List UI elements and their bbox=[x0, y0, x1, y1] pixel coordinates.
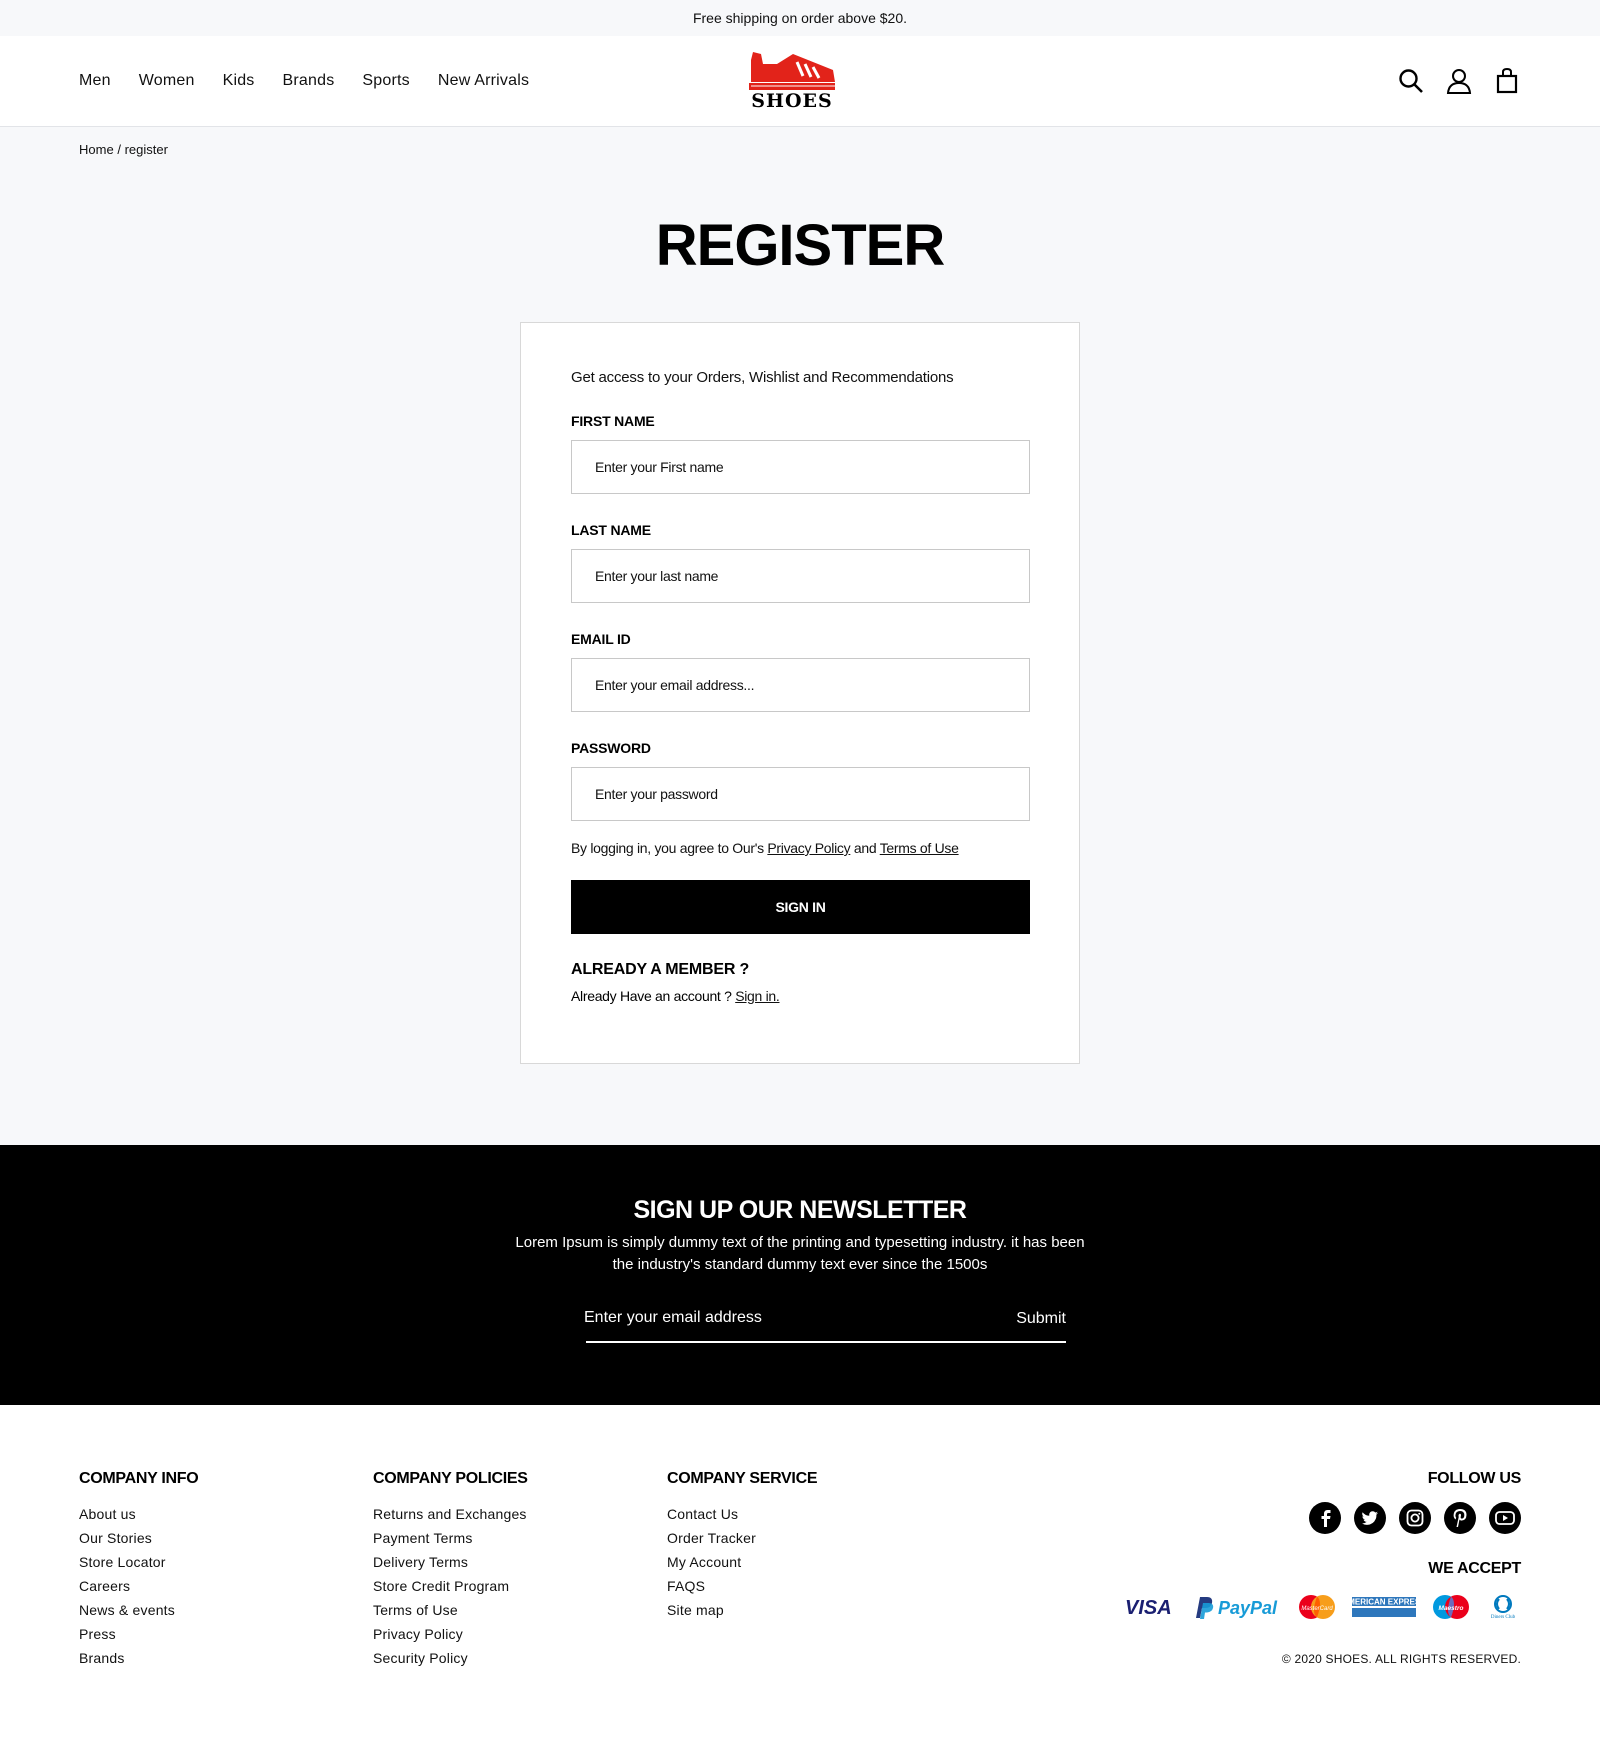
visa-icon: VISA bbox=[1125, 1597, 1172, 1618]
paypal-icon: PayPal bbox=[1196, 1597, 1278, 1619]
diners-club-icon: Diners Club bbox=[1491, 1595, 1516, 1620]
header-actions bbox=[1397, 36, 1521, 126]
newsletter-submit-button[interactable]: Submit bbox=[1016, 1310, 1066, 1336]
youtube-icon[interactable] bbox=[1489, 1502, 1521, 1534]
agreement-prefix: By logging in, you agree to Our's bbox=[571, 840, 764, 856]
footer-link-press[interactable]: Press bbox=[79, 1622, 198, 1646]
payment-cards: VISA PayPal MasterCard AMERI bbox=[1125, 1594, 1521, 1620]
password-label: PASSWORD bbox=[571, 740, 651, 756]
footer-link-news-events[interactable]: News & events bbox=[79, 1598, 198, 1622]
footer-link-returns-exchanges[interactable]: Returns and Exchanges bbox=[373, 1502, 528, 1526]
footer-link-about-us[interactable]: About us bbox=[79, 1502, 198, 1526]
logo-text: SHOES bbox=[751, 90, 833, 112]
footer-company-policies-title: COMPANY POLICIES bbox=[373, 1470, 528, 1487]
register-form-card: Get access to your Orders, Wishlist and … bbox=[520, 322, 1080, 1064]
amex-icon: AMERICAN EXPRESS bbox=[1351, 1594, 1417, 1620]
announcement-text: Free shipping on order above $20. bbox=[692, 10, 908, 26]
footer-link-careers[interactable]: Careers bbox=[79, 1574, 198, 1598]
agreement-and: and bbox=[853, 840, 877, 856]
main-content: Home / register REGISTER Get access to y… bbox=[0, 127, 1600, 1146]
nav-item-new-arrivals[interactable]: New Arrivals bbox=[438, 72, 529, 90]
footer-link-payment-terms[interactable]: Payment Terms bbox=[373, 1526, 528, 1550]
newsletter-title: SIGN UP OUR NEWSLETTER bbox=[633, 1196, 967, 1224]
paypal-text: PayPal bbox=[1218, 1598, 1278, 1618]
footer-link-store-locator[interactable]: Store Locator bbox=[79, 1550, 198, 1574]
maestro-text: Maestro bbox=[1439, 1605, 1464, 1612]
mastercard-icon: MasterCard bbox=[1299, 1595, 1335, 1619]
already-member-title: ALREADY A MEMBER ? bbox=[571, 961, 750, 978]
copyright-text: © 2020 SHOES. ALL RIGHTS RESERVED. bbox=[1281, 1652, 1521, 1666]
facebook-icon[interactable] bbox=[1309, 1502, 1341, 1534]
footer-link-my-account[interactable]: My Account bbox=[667, 1550, 817, 1574]
footer-link-our-stories[interactable]: Our Stories bbox=[79, 1526, 198, 1550]
newsletter-description: Lorem Ipsum is simply dummy text of the … bbox=[515, 1234, 1085, 1273]
footer-link-contact-us[interactable]: Contact Us bbox=[667, 1502, 817, 1526]
first-name-field[interactable] bbox=[571, 440, 1030, 494]
search-icon[interactable] bbox=[1397, 67, 1425, 95]
main-nav: Men Women Kids Brands Sports New Arrival… bbox=[79, 36, 529, 126]
breadcrumb-home[interactable]: Home bbox=[79, 142, 114, 157]
newsletter-email-input[interactable] bbox=[584, 1309, 944, 1337]
footer-company-info: COMPANY INFO About us Our Stories Store … bbox=[79, 1470, 199, 1670]
footer-link-order-tracker[interactable]: Order Tracker bbox=[667, 1526, 817, 1550]
password-field[interactable] bbox=[571, 767, 1030, 821]
footer-link-brands[interactable]: Brands bbox=[79, 1646, 198, 1670]
footer-link-terms-of-use[interactable]: Terms of Use bbox=[373, 1598, 528, 1622]
instagram-icon[interactable] bbox=[1399, 1502, 1431, 1534]
pinterest-icon[interactable] bbox=[1444, 1502, 1476, 1534]
page-title: REGISTER bbox=[655, 213, 946, 278]
breadcrumb-separator: / bbox=[117, 142, 121, 157]
shoe-logo-icon bbox=[749, 52, 835, 90]
visa-text: VISA bbox=[1125, 1597, 1172, 1618]
twitter-icon[interactable] bbox=[1354, 1502, 1386, 1534]
newsletter-form: Submit bbox=[584, 1305, 1066, 1343]
follow-us-title: FOLLOW US bbox=[1427, 1470, 1522, 1487]
first-name-label: FIRST NAME bbox=[571, 413, 655, 429]
bag-icon[interactable] bbox=[1493, 67, 1521, 95]
newsletter-section: SIGN UP OUR NEWSLETTER Lorem Ipsum is si… bbox=[0, 1145, 1600, 1405]
site-header: Men Women Kids Brands Sports New Arrival… bbox=[0, 36, 1600, 127]
sign-in-link[interactable]: Sign in. bbox=[735, 988, 780, 1004]
footer-company-policies: COMPANY POLICIES Returns and Exchanges P… bbox=[373, 1470, 528, 1670]
already-member-text: Already Have an account ? Sign in. bbox=[571, 988, 1029, 1004]
last-name-label: LAST NAME bbox=[571, 522, 651, 538]
breadcrumb: Home / register bbox=[79, 142, 168, 157]
footer-link-store-credit[interactable]: Store Credit Program bbox=[373, 1574, 528, 1598]
terms-of-use-link[interactable]: Terms of Use bbox=[880, 840, 959, 856]
agreement-text: By logging in, you agree to Our's Privac… bbox=[571, 840, 1029, 856]
maestro-icon: Maestro bbox=[1433, 1595, 1469, 1619]
footer-follow: FOLLOW US WE ACCEPT VISA PayPal MasterCa… bbox=[1125, 1470, 1521, 1666]
user-icon[interactable] bbox=[1445, 67, 1473, 95]
diners-club-text: Diners Club bbox=[1491, 1615, 1516, 1620]
footer-company-service-title: COMPANY SERVICE bbox=[667, 1470, 818, 1487]
amex-text: AMERICAN EXPRESS bbox=[1351, 1598, 1417, 1607]
social-icons bbox=[1125, 1502, 1521, 1534]
footer-link-security-policy[interactable]: Security Policy bbox=[373, 1646, 528, 1670]
email-field[interactable] bbox=[571, 658, 1030, 712]
announcement-bar: Free shipping on order above $20. bbox=[0, 0, 1600, 36]
we-accept-title: WE ACCEPT bbox=[1428, 1560, 1521, 1577]
nav-item-sports[interactable]: Sports bbox=[362, 72, 409, 90]
site-logo[interactable]: SHOES bbox=[746, 50, 838, 114]
email-label: EMAIL ID bbox=[571, 631, 631, 647]
footer-company-service: COMPANY SERVICE Contact Us Order Tracker… bbox=[667, 1470, 818, 1622]
nav-item-men[interactable]: Men bbox=[79, 72, 111, 90]
footer-link-site-map[interactable]: Site map bbox=[667, 1598, 817, 1622]
footer-link-privacy-policy[interactable]: Privacy Policy bbox=[373, 1622, 528, 1646]
footer-company-info-title: COMPANY INFO bbox=[79, 1470, 199, 1487]
site-footer: COMPANY INFO About us Our Stories Store … bbox=[0, 1405, 1600, 1741]
nav-item-women[interactable]: Women bbox=[139, 72, 195, 90]
footer-link-delivery-terms[interactable]: Delivery Terms bbox=[373, 1550, 528, 1574]
sign-in-button[interactable]: SIGN IN bbox=[571, 880, 1030, 934]
privacy-policy-link[interactable]: Privacy Policy bbox=[767, 840, 850, 856]
already-member-prefix: Already Have an account ? bbox=[571, 988, 732, 1004]
footer-link-faqs[interactable]: FAQS bbox=[667, 1574, 817, 1598]
mastercard-text: MasterCard bbox=[1301, 1606, 1333, 1612]
last-name-field[interactable] bbox=[571, 549, 1030, 603]
breadcrumb-current: register bbox=[124, 142, 168, 157]
we-accept-section: WE ACCEPT VISA PayPal MasterCard MERICAN… bbox=[1125, 1560, 1521, 1620]
nav-item-brands[interactable]: Brands bbox=[283, 72, 335, 90]
nav-item-kids[interactable]: Kids bbox=[223, 72, 255, 90]
form-intro: Get access to your Orders, Wishlist and … bbox=[571, 369, 954, 386]
